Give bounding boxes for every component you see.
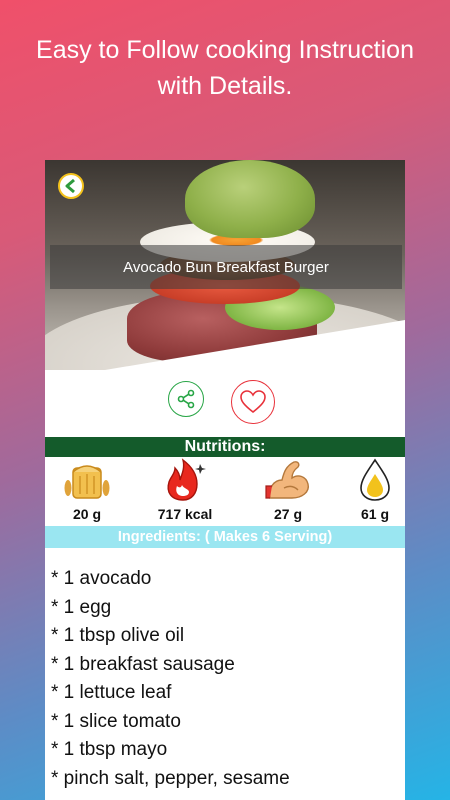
ingredients-heading: Ingredients: ( Makes 6 Serving) bbox=[45, 526, 405, 548]
ingredient-item: * 1 lettuce leaf bbox=[51, 682, 172, 703]
nutrition-item-fat: 61 g bbox=[335, 458, 405, 524]
promo-line-1: Easy to Follow cooking Instruction bbox=[36, 36, 414, 64]
recipe-hero-image: Avocado Bun Breakfast Burger bbox=[45, 160, 405, 370]
protein-value: 27 g bbox=[273, 506, 302, 522]
fat-value: 61 g bbox=[360, 506, 389, 522]
ingredient-item: * pinch salt, pepper, sesame bbox=[51, 767, 290, 789]
nutrition-item-protein: 27 g bbox=[248, 458, 328, 524]
recipe-title: Avocado Bun Breakfast Burger bbox=[50, 245, 402, 289]
ingredients-list: * 1 avocado * 1 egg * 1 tbsp olive oil *… bbox=[51, 565, 401, 793]
promo-line-2: with Details. bbox=[157, 72, 293, 100]
action-buttons bbox=[45, 380, 405, 424]
ingredient-item: * 1 tbsp olive oil bbox=[51, 625, 185, 646]
back-arrow-icon bbox=[65, 178, 75, 194]
heart-icon bbox=[240, 390, 266, 414]
app-screen: Avocado Bun Breakfast Burger Nutritions: bbox=[45, 160, 405, 800]
grain-icon bbox=[64, 465, 110, 499]
ingredient-item: * 1 avocado bbox=[51, 568, 152, 589]
ingredient-item: * 1 tbsp mayo bbox=[51, 739, 168, 760]
nutrition-item-calories: 717 kcal bbox=[145, 458, 225, 524]
promo-caption: Easy to Follow cooking Instruction with … bbox=[0, 32, 450, 104]
nutrition-heading: Nutritions: bbox=[45, 437, 405, 457]
carbs-value: 20 g bbox=[72, 506, 101, 522]
muscle-icon bbox=[265, 461, 309, 499]
nutrition-row: 20 g 717 kcal 27 g 61 g bbox=[45, 458, 405, 524]
share-button[interactable] bbox=[168, 381, 204, 417]
nutrition-item-carbs: 20 g bbox=[47, 458, 127, 524]
share-icon bbox=[177, 389, 195, 409]
fire-icon bbox=[167, 458, 206, 501]
favorite-button[interactable] bbox=[231, 380, 275, 424]
back-button[interactable] bbox=[58, 173, 84, 199]
oil-drop-icon bbox=[360, 458, 390, 501]
ingredient-item: * 1 egg bbox=[51, 596, 112, 618]
calories-value: 717 kcal bbox=[157, 506, 213, 522]
ingredient-item: * 1 breakfast sausage bbox=[51, 653, 235, 675]
ingredient-item: * 1 slice tomato bbox=[51, 710, 181, 732]
